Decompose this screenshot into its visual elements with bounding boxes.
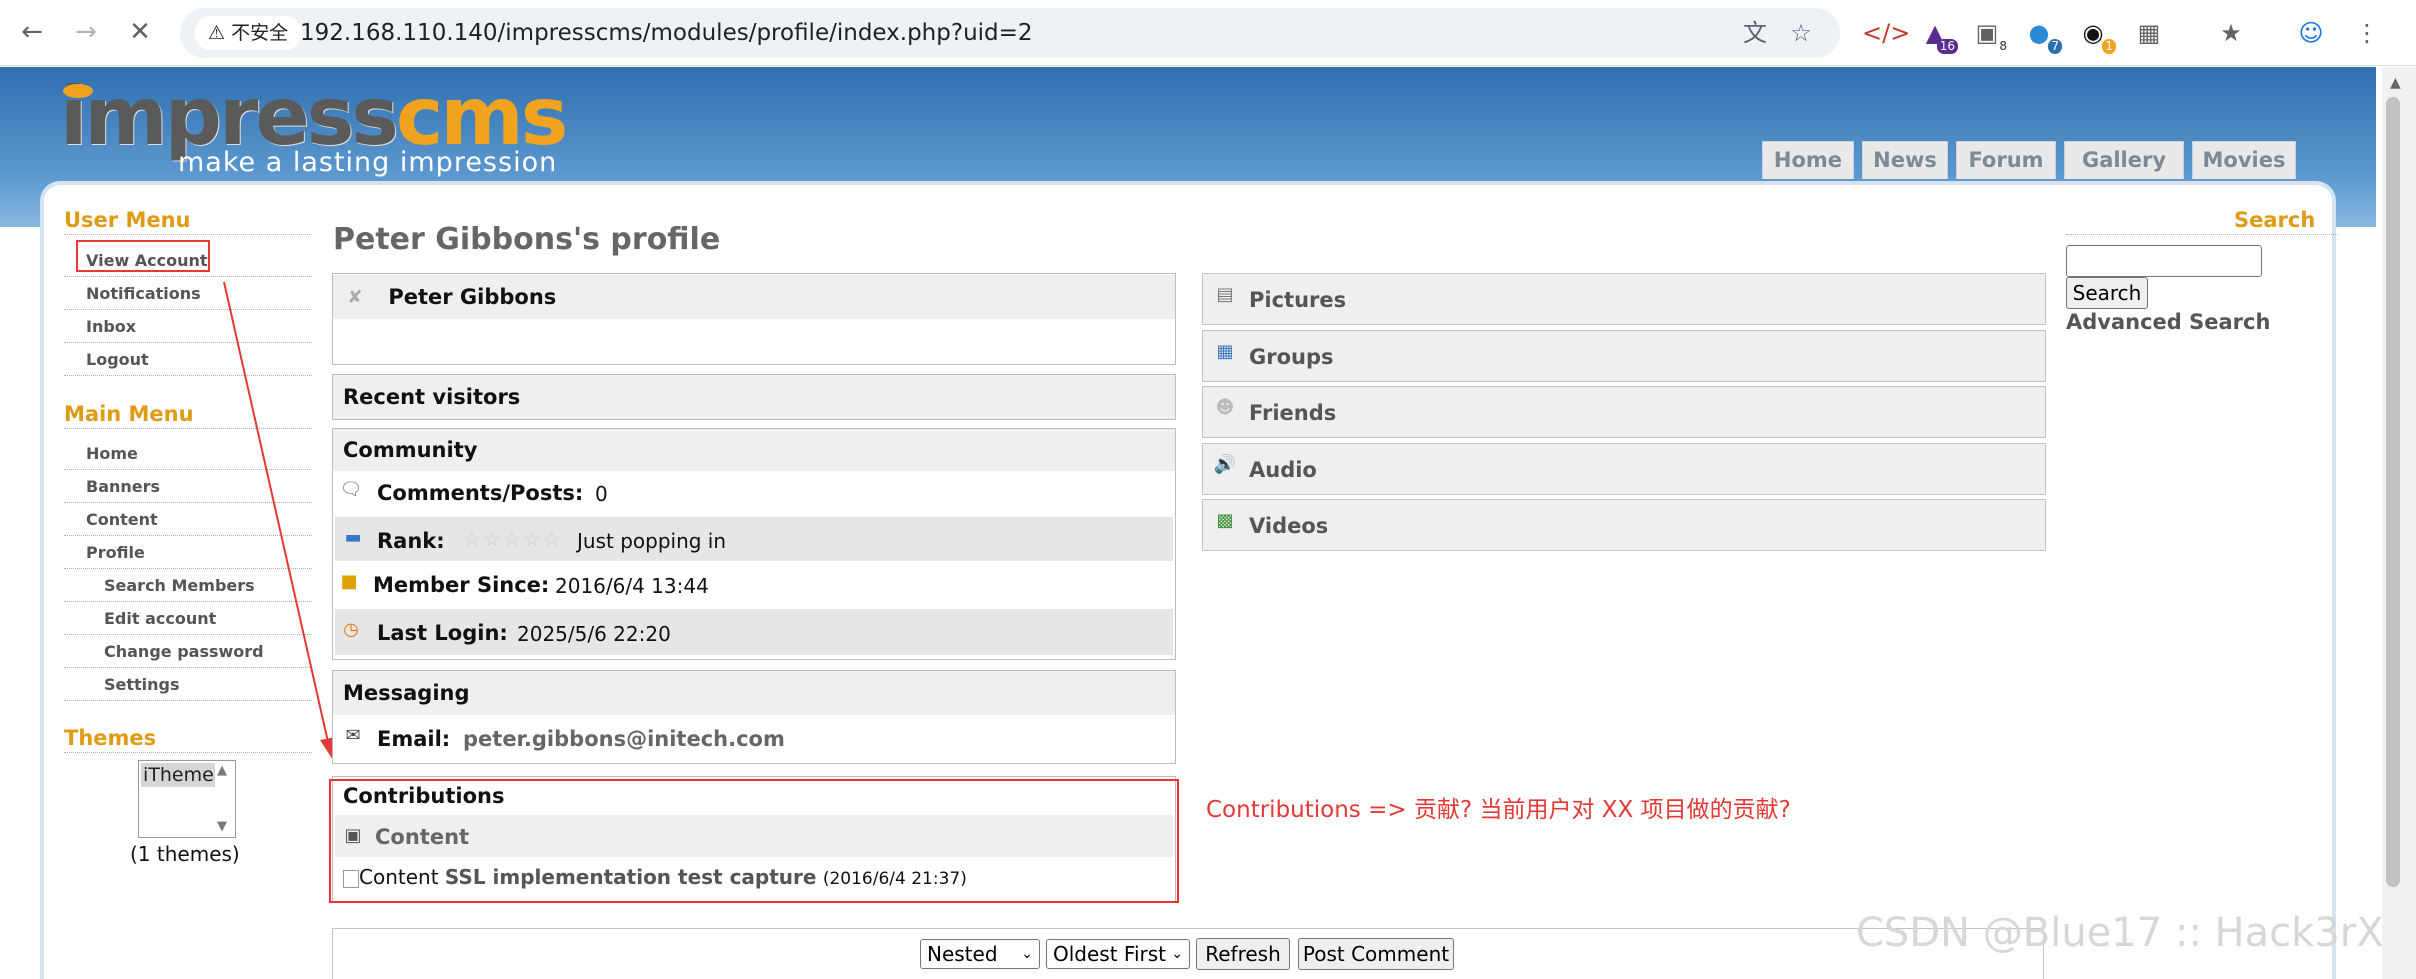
search-title: Search	[2234, 208, 2316, 232]
pictures-icon: ▤	[1216, 284, 1234, 305]
member-icon: ■	[340, 571, 358, 592]
section-audio-label: Audio	[1249, 458, 1317, 482]
search-input[interactable]	[2066, 245, 2262, 277]
comment-mode-select[interactable]: Nested ⌄	[920, 939, 1040, 969]
tools-icon: ✘	[347, 287, 363, 308]
section-pictures[interactable]: ▤ Pictures	[1202, 273, 2046, 325]
rank-label: Rank:	[377, 529, 445, 553]
comments-icon: 🗨	[339, 479, 363, 500]
section-friends[interactable]: ☻ Friends	[1202, 386, 2046, 438]
rank-stars: ☆☆☆☆☆	[463, 527, 563, 551]
last-login-row: ◷ Last Login: 2025/5/6 22:20	[335, 609, 1173, 655]
email-label: Email:	[377, 727, 451, 751]
chevron-down-icon: ⌄	[1021, 946, 1033, 962]
annotation-note: Contributions => 贡献? 当前用户对 XX 项目做的贡献?	[1206, 797, 1791, 823]
page-title: Peter Gibbons's profile	[333, 222, 721, 257]
post-comment-button[interactable]: Post Comment	[1298, 938, 1454, 970]
section-videos-label: Videos	[1249, 514, 1329, 538]
advanced-search-link[interactable]: Advanced Search	[2066, 310, 2270, 334]
community-title: Community	[333, 429, 1175, 471]
messaging-title: Messaging	[333, 671, 1175, 715]
community-box: Community 🗨 Comments/Posts: 0 ▬ Rank: ☆☆…	[332, 428, 1176, 660]
rank-row: ▬ Rank: ☆☆☆☆☆ Just popping in	[335, 517, 1173, 561]
comments-value: 0	[595, 482, 608, 506]
profile-name-row: ✘ Peter Gibbons	[333, 275, 1175, 319]
profile-name: Peter Gibbons	[388, 285, 557, 309]
annotation-highlight-box	[329, 779, 1179, 903]
comment-order-value: Oldest First	[1053, 942, 1167, 966]
recent-visitors-box: Recent visitors	[332, 374, 1176, 420]
comments-label: Comments/Posts:	[377, 481, 584, 505]
section-groups[interactable]: ▦ Groups	[1202, 330, 2046, 382]
chevron-down-icon: ⌄	[1171, 946, 1183, 962]
messaging-box: Messaging ✉ Email: peter.gibbons@initech…	[332, 670, 1176, 764]
member-since-row: ■ Member Since: 2016/6/4 13:44	[333, 563, 1175, 607]
divider	[2066, 234, 2338, 235]
refresh-button[interactable]: Refresh	[1196, 938, 1290, 970]
rank-icon: ▬	[344, 527, 362, 548]
member-since-value: 2016/6/4 13:44	[555, 574, 709, 598]
comment-order-select[interactable]: Oldest First ⌄	[1046, 939, 1190, 969]
groups-icon: ▦	[1216, 341, 1234, 362]
section-videos[interactable]: ▩ Videos	[1202, 499, 2046, 551]
watermark: CSDN @Blue17 :: Hack3rX	[1856, 910, 2384, 956]
friends-icon: ☻	[1215, 397, 1235, 418]
email-link[interactable]: peter.gibbons@initech.com	[463, 727, 785, 751]
profile-card: ✘ Peter Gibbons	[332, 273, 1176, 365]
last-login-value: 2025/5/6 22:20	[517, 622, 671, 646]
section-groups-label: Groups	[1249, 345, 1334, 369]
rank-value: Just popping in	[577, 529, 727, 553]
recent-visitors-title: Recent visitors	[343, 385, 521, 409]
comment-mode-value: Nested	[927, 942, 998, 966]
videos-icon: ▩	[1216, 510, 1234, 531]
email-icon: ✉	[345, 725, 361, 746]
search-button[interactable]: Search	[2066, 277, 2148, 309]
clock-icon: ◷	[343, 619, 359, 640]
member-since-label: Member Since:	[373, 573, 550, 597]
section-friends-label: Friends	[1249, 401, 1337, 425]
section-pictures-label: Pictures	[1249, 288, 1347, 312]
comments-row: 🗨 Comments/Posts: 0	[333, 471, 1175, 515]
last-login-label: Last Login:	[377, 621, 508, 645]
section-audio[interactable]: 🔊 Audio	[1202, 443, 2046, 495]
audio-icon: 🔊	[1213, 454, 1237, 475]
